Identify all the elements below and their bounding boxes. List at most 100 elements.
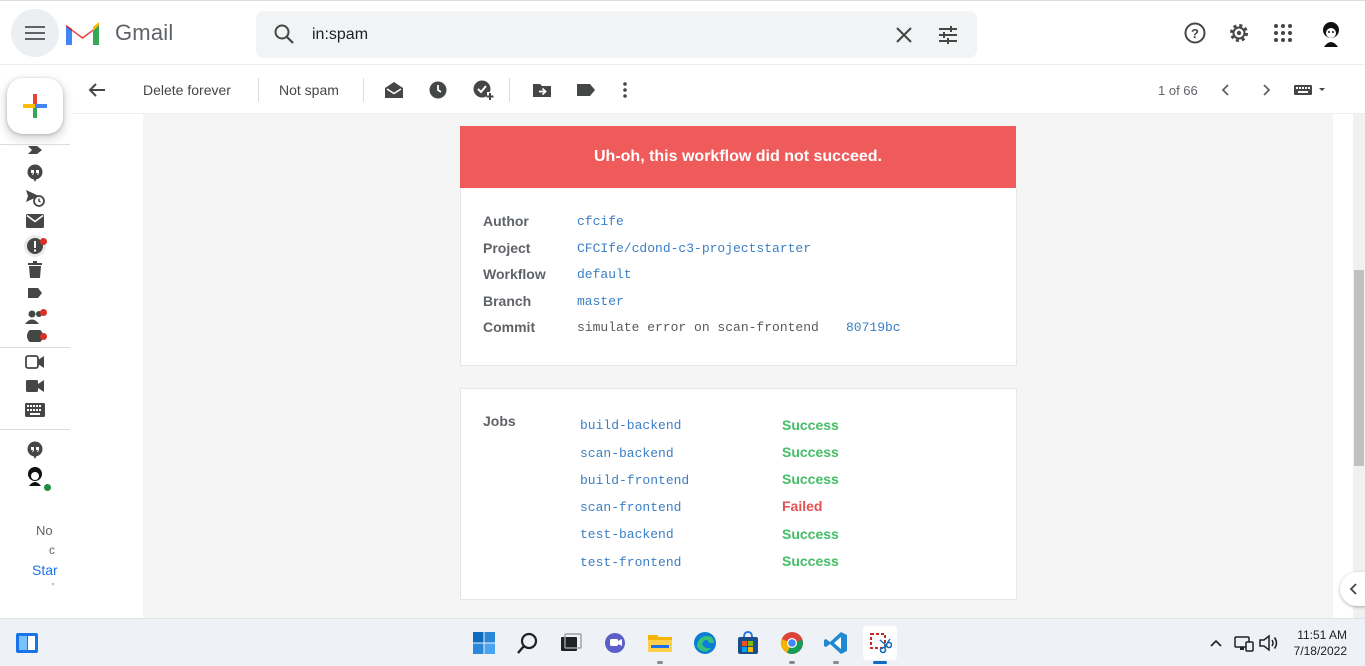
help-icon[interactable]: ? <box>1183 21 1207 45</box>
volume-button[interactable] <box>1257 626 1281 660</box>
message-margin <box>72 114 143 618</box>
more-options-button[interactable] <box>622 66 628 114</box>
job-name[interactable]: scan-frontend <box>580 500 681 515</box>
account-avatar[interactable] <box>1318 19 1344 47</box>
snipping-tool-button[interactable] <box>863 626 897 660</box>
nav-item-categories[interactable] <box>25 283 45 303</box>
mail-icon <box>26 214 44 228</box>
job-status-success: Success <box>782 444 839 460</box>
task-view-button[interactable] <box>554 626 588 660</box>
detail-label-branch: Branch <box>483 293 532 309</box>
labels-button[interactable] <box>576 66 596 114</box>
detail-value-project[interactable]: CFCIfe/cdond-c3-projectstarter <box>577 241 811 256</box>
detail-label-project: Project <box>483 240 531 256</box>
running-indicator <box>789 661 795 664</box>
move-to-button[interactable] <box>532 66 552 114</box>
job-name[interactable]: build-backend <box>580 418 681 433</box>
jobs-label: Jobs <box>483 413 516 429</box>
gear-icon[interactable] <box>1227 21 1251 45</box>
system-clock[interactable]: 11:51 AM 7/18/2022 <box>1294 627 1347 659</box>
keyboard-icon <box>1294 85 1325 95</box>
not-spam-button[interactable]: Not spam <box>279 66 339 114</box>
hangouts-chat[interactable] <box>25 440 45 460</box>
job-name[interactable]: build-frontend <box>580 473 689 488</box>
detail-value-branch[interactable]: master <box>577 294 624 309</box>
close-icon[interactable] <box>892 23 916 47</box>
apps-grid-icon[interactable] <box>1271 21 1295 45</box>
gmail-logo[interactable]: Gmail <box>64 18 173 48</box>
show-hidden-icons-button[interactable] <box>1204 626 1228 660</box>
vscode-icon <box>824 632 847 654</box>
nav-divider <box>0 347 70 348</box>
toolbar-divider <box>363 78 364 102</box>
chat-bubble-icon <box>27 441 43 459</box>
detail-label-author: Author <box>483 213 529 229</box>
job-name[interactable]: test-frontend <box>580 555 681 570</box>
commit-hash-link[interactable]: 80719bc <box>846 320 901 335</box>
chrome-browser-button[interactable] <box>775 626 809 660</box>
detail-value-workflow[interactable]: default <box>577 267 632 282</box>
toolbar-divider <box>509 78 510 102</box>
meet-new-meeting[interactable] <box>25 352 45 372</box>
hangouts-text-line4: ' <box>52 582 54 593</box>
job-status-failed: Failed <box>782 498 823 514</box>
search-bar[interactable] <box>256 11 977 58</box>
edge-browser-button[interactable] <box>688 626 722 660</box>
notification-dot <box>40 309 47 316</box>
snooze-button[interactable] <box>428 66 448 114</box>
microsoft-store-button[interactable] <box>731 626 765 660</box>
nav-item-important[interactable] <box>25 140 45 160</box>
vscode-button[interactable] <box>819 626 853 660</box>
mark-unread-button[interactable] <box>384 66 404 114</box>
chrome-icon <box>780 632 803 654</box>
pagination-count: 1 of 66 <box>1158 82 1198 98</box>
taskbar-search-button[interactable] <box>511 626 545 660</box>
nav-item-trash[interactable] <box>25 259 45 279</box>
compose-button[interactable] <box>7 78 63 134</box>
commit-message: simulate error on scan-frontend <box>577 320 819 335</box>
teams-chat-button[interactable] <box>599 626 633 660</box>
older-button[interactable] <box>1261 66 1271 114</box>
input-tools-button[interactable] <box>1294 66 1328 114</box>
delete-forever-button[interactable]: Delete forever <box>143 66 231 114</box>
network-button[interactable] <box>1232 626 1256 660</box>
user-avatar-icon <box>28 467 42 486</box>
nav-item-chats[interactable] <box>25 163 45 183</box>
folder-icon <box>648 635 672 652</box>
jobs-card <box>460 388 1017 600</box>
main-menu-button[interactable] <box>11 9 59 57</box>
search-icon[interactable] <box>272 22 296 46</box>
important-icon <box>28 146 42 154</box>
start-button[interactable] <box>467 626 501 660</box>
task-view-icon <box>561 633 582 651</box>
nav-item-all-mail[interactable] <box>25 211 45 231</box>
add-to-tasks-button[interactable] <box>472 66 494 114</box>
scheduled-send-icon <box>26 190 45 207</box>
chat-user-avatar[interactable] <box>25 466 45 486</box>
workflow-failure-banner: Uh-oh, this workflow did not succeed. <box>460 126 1016 188</box>
detail-label-commit: Commit <box>483 319 536 335</box>
network-icon <box>1234 636 1254 652</box>
windows-logo-icon <box>473 632 495 654</box>
detail-label-workflow: Workflow <box>483 266 546 282</box>
file-explorer-button[interactable] <box>643 626 677 660</box>
meet-join-meeting[interactable] <box>25 376 45 396</box>
detail-value-author[interactable]: cfcife <box>577 214 624 229</box>
newer-button[interactable] <box>1221 66 1231 114</box>
windows-taskbar: 11:51 AM 7/18/2022 <box>0 618 1365 666</box>
meet-join-with-code[interactable] <box>25 400 45 420</box>
job-name[interactable]: scan-backend <box>580 446 674 461</box>
nav-item-scheduled[interactable] <box>25 188 45 208</box>
svg-text:?: ? <box>1191 26 1199 41</box>
widgets-button[interactable] <box>10 626 44 660</box>
back-button[interactable] <box>88 66 106 114</box>
search-options-icon[interactable] <box>936 23 960 47</box>
scrollbar-thumb[interactable] <box>1354 270 1364 466</box>
edge-icon <box>694 632 716 654</box>
start-chat-link[interactable]: Star <box>32 562 58 578</box>
search-input[interactable] <box>312 23 872 47</box>
page-scrollbar[interactable] <box>1353 114 1365 618</box>
more-vert-icon <box>623 82 627 98</box>
job-name[interactable]: test-backend <box>580 527 674 542</box>
side-panel-toggle[interactable] <box>1340 572 1365 606</box>
